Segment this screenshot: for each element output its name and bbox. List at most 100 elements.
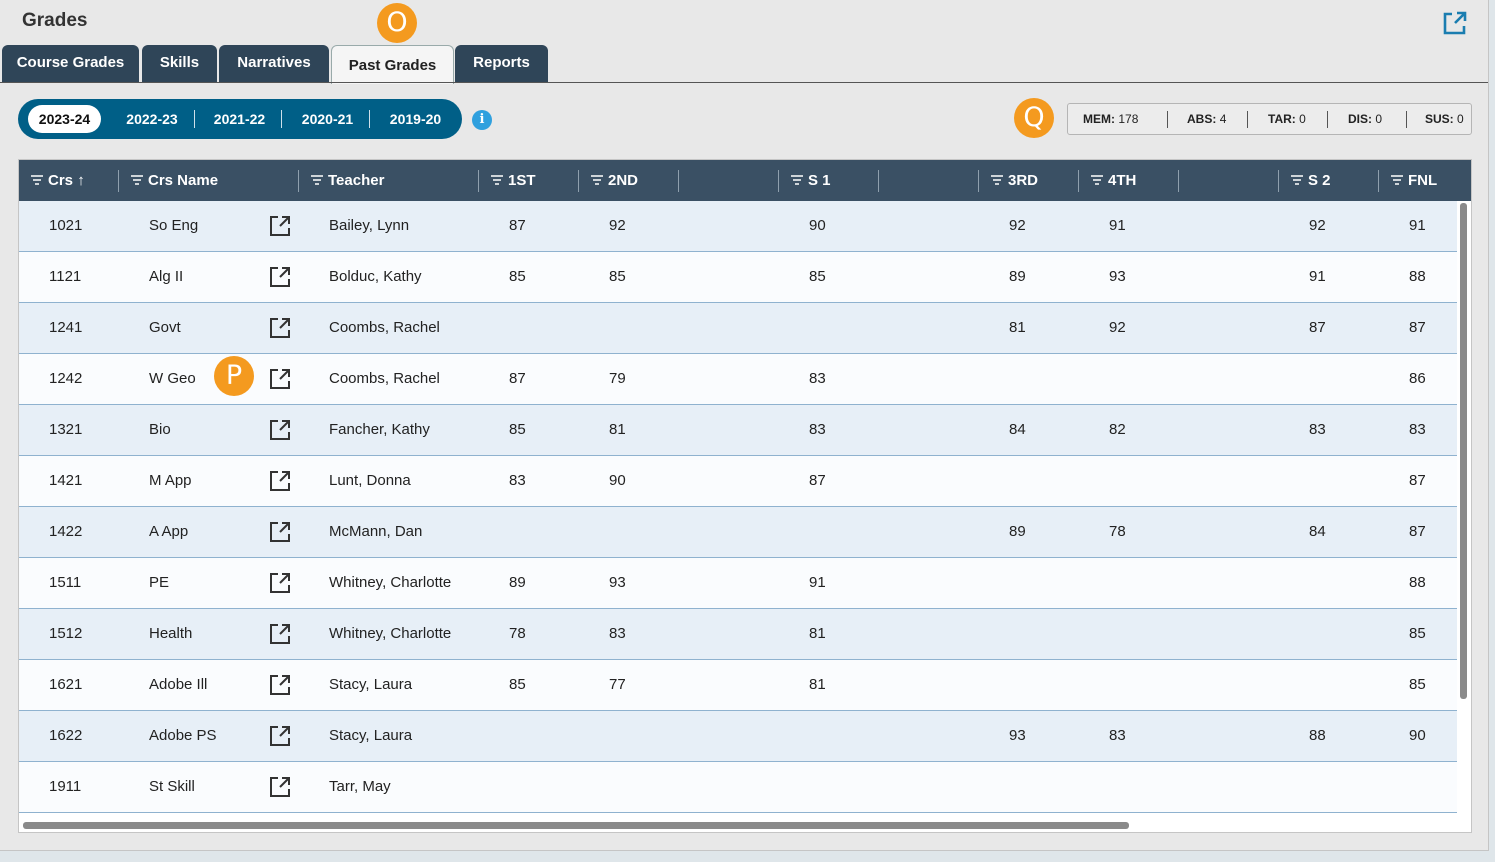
column-header-crs-name[interactable]: Crs Name xyxy=(131,160,218,201)
column-header-s2[interactable]: S 2 xyxy=(1291,160,1331,201)
cell-fnl: 91 xyxy=(1409,217,1426,234)
cell-2nd: 81 xyxy=(609,421,626,438)
cell-teacher: Whitney, Charlotte xyxy=(329,625,452,642)
filter-icon[interactable] xyxy=(1091,175,1103,185)
tab-course-grades[interactable]: Course Grades xyxy=(2,45,139,82)
column-header-4th[interactable]: 4TH xyxy=(1091,160,1136,201)
external-link-icon[interactable] xyxy=(268,775,292,799)
external-link-icon[interactable] xyxy=(268,418,292,442)
cell-teacher: Fancher, Kathy xyxy=(329,421,430,438)
external-link-icon[interactable] xyxy=(268,622,292,646)
vertical-scrollbar[interactable] xyxy=(1460,203,1467,699)
tab-narratives[interactable]: Narratives xyxy=(219,45,329,82)
cell-s1: 87 xyxy=(809,472,826,489)
filter-icon[interactable] xyxy=(131,175,143,185)
cell-course-name: Adobe PS xyxy=(149,727,217,744)
filter-icon[interactable] xyxy=(311,175,323,185)
column-divider xyxy=(678,170,679,192)
column-header-3rd[interactable]: 3RD xyxy=(991,160,1038,201)
cell-course-name: Health xyxy=(149,625,193,642)
external-link-icon[interactable] xyxy=(268,571,292,595)
column-divider xyxy=(778,170,779,192)
year-option-2022-23[interactable]: 2022-23 xyxy=(114,105,190,133)
column-header-s1[interactable]: S 1 xyxy=(791,160,831,201)
cell-teacher: Lunt, Donna xyxy=(329,472,411,489)
external-link-icon[interactable] xyxy=(268,265,292,289)
cell-4th: 82 xyxy=(1109,421,1126,438)
year-option-2020-21[interactable]: 2020-21 xyxy=(289,105,366,133)
horizontal-scrollbar[interactable] xyxy=(23,822,1129,829)
cell-fnl: 88 xyxy=(1409,268,1426,285)
cell-course-name: St Skill xyxy=(149,778,195,795)
cell-s1: 85 xyxy=(809,268,826,285)
cell-s2: 88 xyxy=(1309,727,1326,744)
column-header-fnl[interactable]: FNL xyxy=(1391,160,1437,201)
column-header-teacher[interactable]: Teacher xyxy=(311,160,384,201)
year-option-2021-22[interactable]: 2021-22 xyxy=(201,105,278,133)
sort-ascending-icon: ↑ xyxy=(77,172,85,189)
past-grades-table: Crs ↑ Crs Name Teacher 1ST 2ND S 1 3RD 4… xyxy=(18,159,1472,833)
cell-course-name: So Eng xyxy=(149,217,199,234)
filter-icon[interactable] xyxy=(991,175,1003,185)
cell-3rd: 92 xyxy=(1009,217,1026,234)
stat-divider xyxy=(1406,111,1407,128)
cell-2nd: 92 xyxy=(609,217,626,234)
column-header-1st[interactable]: 1ST xyxy=(491,160,536,201)
tab-skills[interactable]: Skills xyxy=(142,45,217,82)
column-divider xyxy=(1178,170,1179,192)
cell-1st: 78 xyxy=(509,625,526,642)
external-link-icon[interactable] xyxy=(268,520,292,544)
cell-2nd: 90 xyxy=(609,472,626,489)
tab-past-grades[interactable]: Past Grades xyxy=(331,45,454,84)
external-link-icon[interactable] xyxy=(268,724,292,748)
cell-course-name: PE xyxy=(149,574,170,591)
year-divider xyxy=(281,110,282,128)
external-link-icon[interactable] xyxy=(268,469,292,493)
cell-course-name: W Geo xyxy=(149,370,196,387)
cell-s1: 91 xyxy=(809,574,826,591)
filter-icon[interactable] xyxy=(1291,175,1303,185)
cell-s2: 83 xyxy=(1309,421,1326,438)
filter-icon[interactable] xyxy=(791,175,803,185)
table-row: 1512 Health Whitney, Charlotte 78 83 81 85 xyxy=(19,609,1457,660)
cell-teacher: Stacy, Laura xyxy=(329,676,413,693)
cell-2nd: 93 xyxy=(609,574,626,591)
cell-crs: 1622 xyxy=(49,727,83,744)
cell-teacher: McMann, Dan xyxy=(329,523,423,540)
cell-4th: 93 xyxy=(1109,268,1126,285)
external-link-icon[interactable] xyxy=(268,316,292,340)
stat-dis: DIS: 0 xyxy=(1348,112,1383,126)
info-icon[interactable]: i xyxy=(472,110,492,130)
external-link-icon[interactable] xyxy=(1441,9,1469,37)
cell-crs: 1911 xyxy=(49,778,82,795)
filter-icon[interactable] xyxy=(31,175,43,185)
table-row: 1422 A App McMann, Dan 89 78 84 87 xyxy=(19,507,1457,558)
stat-sus: SUS: 0 xyxy=(1425,112,1464,126)
filter-icon[interactable] xyxy=(1391,175,1403,185)
cell-fnl: 88 xyxy=(1409,574,1426,591)
cell-3rd: 93 xyxy=(1009,727,1026,744)
cell-crs: 1511 xyxy=(49,574,82,591)
external-link-icon[interactable] xyxy=(268,214,292,238)
filter-icon[interactable] xyxy=(591,175,603,185)
cell-teacher: Coombs, Rachel xyxy=(329,319,440,336)
external-link-icon[interactable] xyxy=(268,673,292,697)
column-divider xyxy=(1378,170,1379,192)
filter-icon[interactable] xyxy=(491,175,503,185)
year-option-2019-20[interactable]: 2019-20 xyxy=(377,105,454,133)
column-header-2nd[interactable]: 2ND xyxy=(591,160,638,201)
year-option-2023-24[interactable]: 2023-24 xyxy=(28,105,101,133)
column-header-crs[interactable]: Crs ↑ xyxy=(31,160,85,201)
cell-course-name: Govt xyxy=(149,319,181,336)
cell-fnl: 86 xyxy=(1409,370,1426,387)
cell-course-name: Adobe Ill xyxy=(149,676,208,693)
cell-1st: 89 xyxy=(509,574,526,591)
table-row: 1911 St Skill Tarr, May xyxy=(19,762,1457,813)
external-link-icon[interactable] xyxy=(268,367,292,391)
tab-reports[interactable]: Reports xyxy=(455,45,548,82)
attendance-summary: MEM: 178 ABS: 4 TAR: 0 DIS: 0 SUS: 0 xyxy=(1067,103,1472,135)
cell-3rd: 89 xyxy=(1009,523,1026,540)
table-row: 1021 So Eng Bailey, Lynn 87 92 90 92 91 92 91 xyxy=(19,201,1457,252)
cell-teacher: Bailey, Lynn xyxy=(329,217,410,234)
cell-course-name: Alg II xyxy=(149,268,184,285)
